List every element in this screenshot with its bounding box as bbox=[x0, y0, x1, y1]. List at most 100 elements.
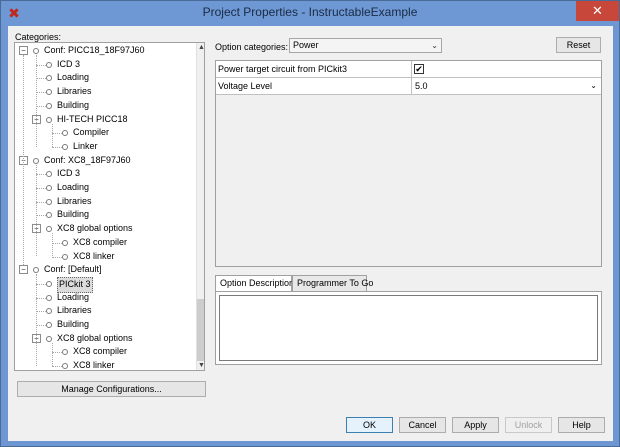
tree-node-icon bbox=[62, 239, 68, 246]
help-button[interactable]: Help bbox=[558, 417, 605, 433]
tree-item-loading[interactable]: Loading bbox=[15, 71, 195, 85]
tab-programmer-to-go[interactable]: Programmer To Go bbox=[292, 275, 373, 291]
tree-item-label: Building bbox=[57, 209, 90, 220]
power-target-checkbox[interactable]: ✔ bbox=[414, 64, 424, 74]
tree-item-label: Linker bbox=[73, 140, 98, 151]
option-categories-label: Option categories: bbox=[215, 42, 289, 52]
tree-item-conf-picc18-18f97j60[interactable]: − Conf: PICC18_18F97J60 bbox=[15, 44, 195, 58]
tree-item-label: ICD 3 bbox=[57, 168, 81, 179]
tree-item-label: Conf: XC8_18F97J60 bbox=[44, 154, 131, 165]
tab-option-description[interactable]: Option Description bbox=[215, 275, 294, 292]
tree-item-loading[interactable]: Loading bbox=[15, 181, 195, 195]
tree-item-building[interactable]: Building bbox=[15, 318, 195, 332]
tree-item-label: Libraries bbox=[57, 305, 92, 316]
tree-item-label: ICD 3 bbox=[57, 58, 81, 69]
tree-node-icon bbox=[62, 349, 68, 356]
tree-item-label: XC8 compiler bbox=[73, 236, 128, 247]
tree-item-label: Loading bbox=[57, 182, 90, 192]
tree-node-icon bbox=[62, 143, 68, 150]
tree-item-loading[interactable]: Loading bbox=[15, 291, 195, 305]
voltage-level-label: Voltage Level bbox=[218, 81, 273, 91]
tree-item-xc8-global-options[interactable]: − XC8 global options bbox=[15, 222, 195, 236]
power-target-label: Power target circuit from PICkit3 bbox=[218, 64, 348, 74]
option-categories-select[interactable]: Power ⌄ bbox=[289, 38, 442, 53]
ok-button[interactable]: OK bbox=[346, 417, 393, 433]
unlock-button: Unlock bbox=[505, 417, 552, 433]
tree-item-label: Building bbox=[57, 99, 90, 110]
tree-item-label: HI-TECH PICC18 bbox=[57, 113, 128, 124]
tree-item-label: Conf: [Default] bbox=[44, 264, 102, 275]
chevron-down-icon: ⌄ bbox=[590, 81, 597, 90]
voltage-level-select[interactable]: 5.0 ⌄ bbox=[412, 78, 601, 94]
cancel-button[interactable]: Cancel bbox=[399, 417, 446, 433]
tree-item-label: Compiler bbox=[73, 127, 110, 138]
tree-item-xc8-linker[interactable]: XC8 linker bbox=[15, 250, 195, 264]
tree-node-icon bbox=[46, 335, 52, 342]
project-properties-window: ✖ Project Properties - InstructableExamp… bbox=[0, 0, 620, 447]
tree-item-building[interactable]: Building bbox=[15, 208, 195, 222]
close-button[interactable]: ✕ bbox=[576, 1, 619, 21]
tree-node-icon bbox=[46, 294, 52, 301]
tree-node-icon bbox=[33, 267, 39, 274]
options-grid: Power target circuit from PICkit3 ✔ Volt… bbox=[215, 60, 602, 267]
tree-item-xc8-global-options[interactable]: − XC8 global options bbox=[15, 332, 195, 346]
scroll-thumb[interactable] bbox=[197, 299, 204, 361]
tree-node-icon bbox=[62, 130, 68, 137]
tree-item-conf-xc8-18f97j60[interactable]: − Conf: XC8_18F97J60 bbox=[15, 154, 195, 168]
scroll-down-icon[interactable]: ▼ bbox=[197, 361, 204, 370]
tree-item-label: Loading bbox=[57, 291, 90, 302]
tree-item-conf-default[interactable]: − Conf: [Default] bbox=[15, 263, 195, 277]
tree-node-icon bbox=[46, 102, 52, 109]
tree-item-pickit-3[interactable]: PICkit 3 bbox=[15, 276, 195, 293]
tree-item-icd-3[interactable]: ICD 3 bbox=[15, 58, 195, 72]
collapse-toggle-icon[interactable]: − bbox=[19, 265, 28, 275]
tree-node-icon bbox=[46, 308, 52, 315]
tree-node-icon bbox=[46, 198, 52, 205]
tree-node-icon bbox=[46, 61, 52, 68]
tree-item-icd-3[interactable]: ICD 3 bbox=[15, 167, 195, 181]
tree-node-icon bbox=[46, 280, 52, 287]
tree-node-icon bbox=[46, 171, 52, 178]
categories-tree[interactable]: − Conf: PICC18_18F97J60 ICD 3 Loading Librar… bbox=[14, 42, 205, 371]
tree-item-xc8-compiler[interactable]: XC8 compiler bbox=[15, 345, 195, 359]
collapse-toggle-icon[interactable]: − bbox=[19, 46, 28, 55]
dialog-body: Categories: − Conf: PICC18_18F97J60 ICD 3 L… bbox=[8, 26, 613, 441]
apply-button[interactable]: Apply bbox=[452, 417, 499, 433]
categories-label: Categories: bbox=[15, 32, 62, 42]
tree-item-compiler[interactable]: Compiler bbox=[15, 126, 195, 140]
tree-item-label: Building bbox=[57, 319, 90, 329]
tree-item-hi-tech-picc18[interactable]: − HI-TECH PICC18 bbox=[15, 113, 195, 127]
tree-node-icon bbox=[33, 48, 39, 54]
tree-item-label: XC8 compiler bbox=[73, 346, 128, 357]
tree-item-label: Loading bbox=[57, 72, 90, 83]
voltage-level-value: 5.0 bbox=[415, 81, 428, 91]
tree-item-xc8-linker[interactable]: XC8 linker bbox=[15, 359, 195, 370]
manage-configurations-button[interactable]: Manage Configurations... bbox=[17, 381, 206, 397]
tree-node-icon bbox=[33, 157, 39, 164]
tree-node-icon bbox=[46, 116, 52, 123]
scroll-up-icon[interactable]: ▲ bbox=[197, 43, 204, 52]
tree-node-icon bbox=[62, 253, 68, 260]
tree-item-label: XC8 linker bbox=[73, 250, 115, 261]
tree-node-icon bbox=[46, 185, 52, 191]
tree-node-icon bbox=[46, 322, 52, 328]
option-description-panel bbox=[215, 291, 602, 365]
option-categories-value: Power bbox=[293, 40, 319, 50]
tree-scrollbar[interactable]: ▲ ▼ bbox=[196, 43, 204, 370]
tree-item-libraries[interactable]: Libraries bbox=[15, 195, 195, 209]
tree-item-label: Conf: PICC18_18F97J60 bbox=[44, 45, 145, 55]
tree-item-linker[interactable]: Linker bbox=[15, 140, 195, 154]
tree-node-icon bbox=[46, 75, 52, 82]
tree-item-label: XC8 global options bbox=[57, 223, 133, 234]
chevron-down-icon: ⌄ bbox=[431, 41, 438, 50]
tree-item-building[interactable]: Building bbox=[15, 99, 195, 113]
title-bar[interactable]: ✖ Project Properties - InstructableExamp… bbox=[1, 1, 619, 25]
tree-item-libraries[interactable]: Libraries bbox=[15, 85, 195, 99]
option-row-power-target: Power target circuit from PICkit3 ✔ bbox=[216, 61, 601, 78]
tree-node-icon bbox=[46, 89, 52, 96]
tree-item-xc8-compiler[interactable]: XC8 compiler bbox=[15, 236, 195, 250]
tree-node-icon bbox=[46, 226, 52, 233]
reset-button[interactable]: Reset bbox=[556, 37, 601, 53]
tree-item-libraries[interactable]: Libraries bbox=[15, 304, 195, 318]
tree-item-label: XC8 global options bbox=[57, 332, 133, 343]
